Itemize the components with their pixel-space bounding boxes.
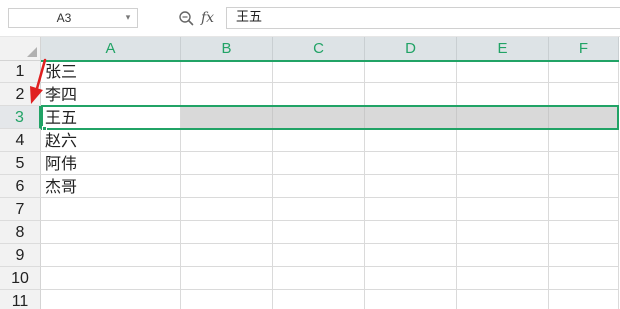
cell-d8[interactable]	[365, 221, 457, 244]
cell-f11[interactable]	[549, 290, 619, 309]
cell-e2[interactable]	[457, 83, 549, 106]
cell-f7[interactable]	[549, 198, 619, 221]
cell-e11[interactable]	[457, 290, 549, 309]
column-header-selection-line	[41, 60, 619, 62]
cell-e6[interactable]	[457, 175, 549, 198]
select-all-corner[interactable]	[0, 37, 41, 61]
cell-c9[interactable]	[273, 244, 365, 267]
cell-f8[interactable]	[549, 221, 619, 244]
column-header-a[interactable]: A	[41, 37, 181, 61]
spreadsheet-grid: A B C D E F 1 张三 2 李四 3 王五 4 赵六 5 阿伟 6 杰哥 7 8 9 10 11	[0, 37, 620, 309]
row-header-11[interactable]: 11	[0, 290, 41, 309]
cell-b6[interactable]	[181, 175, 273, 198]
fill-handle[interactable]	[42, 126, 47, 131]
column-header-c[interactable]: C	[273, 37, 365, 61]
cell-c2[interactable]	[273, 83, 365, 106]
cell-e5[interactable]	[457, 152, 549, 175]
column-header-e[interactable]: E	[457, 37, 549, 61]
formula-input[interactable]: 王五	[226, 7, 620, 29]
row-header-3[interactable]: 3	[0, 106, 41, 129]
cell-d11[interactable]	[365, 290, 457, 309]
cell-a1[interactable]: 张三	[41, 61, 181, 83]
cell-d1[interactable]	[365, 61, 457, 83]
cell-a11[interactable]	[41, 290, 181, 309]
cell-c5[interactable]	[273, 152, 365, 175]
column-header-d[interactable]: D	[365, 37, 457, 61]
row-header-2[interactable]: 2	[0, 83, 41, 106]
cell-a2[interactable]: 李四	[41, 83, 181, 106]
cell-d10[interactable]	[365, 267, 457, 290]
cell-b3[interactable]	[181, 106, 273, 129]
cell-b2[interactable]	[181, 83, 273, 106]
cell-e8[interactable]	[457, 221, 549, 244]
cell-a3[interactable]: 王五	[41, 106, 181, 129]
zoom-search-icon[interactable]	[178, 10, 194, 26]
cell-b10[interactable]	[181, 267, 273, 290]
cell-c7[interactable]	[273, 198, 365, 221]
column-header-b[interactable]: B	[181, 37, 273, 61]
cell-f5[interactable]	[549, 152, 619, 175]
cell-b8[interactable]	[181, 221, 273, 244]
cell-c3[interactable]	[273, 106, 365, 129]
cell-b7[interactable]	[181, 198, 273, 221]
chevron-down-icon[interactable]: ▾	[122, 9, 134, 27]
cell-d5[interactable]	[365, 152, 457, 175]
row-header-4[interactable]: 4	[0, 129, 41, 152]
cell-c10[interactable]	[273, 267, 365, 290]
row-header-5[interactable]: 5	[0, 152, 41, 175]
cell-f10[interactable]	[549, 267, 619, 290]
cell-f6[interactable]	[549, 175, 619, 198]
cell-a5[interactable]: 阿伟	[41, 152, 181, 175]
cell-d9[interactable]	[365, 244, 457, 267]
cell-c4[interactable]	[273, 129, 365, 152]
cell-c11[interactable]	[273, 290, 365, 309]
cell-c8[interactable]	[273, 221, 365, 244]
cell-e10[interactable]	[457, 267, 549, 290]
cell-f3[interactable]	[549, 106, 619, 129]
cell-c6[interactable]	[273, 175, 365, 198]
cell-a7[interactable]	[41, 198, 181, 221]
row-header-8[interactable]: 8	[0, 221, 41, 244]
cell-c1[interactable]	[273, 61, 365, 83]
cell-a10[interactable]	[41, 267, 181, 290]
cell-b4[interactable]	[181, 129, 273, 152]
cell-d2[interactable]	[365, 83, 457, 106]
cell-f4[interactable]	[549, 129, 619, 152]
cell-d4[interactable]	[365, 129, 457, 152]
cell-a4[interactable]: 赵六	[41, 129, 181, 152]
cell-a6[interactable]: 杰哥	[41, 175, 181, 198]
name-box-value[interactable]: A3	[9, 9, 119, 27]
function-icon[interactable]: fx	[201, 8, 214, 28]
formula-bar: A3 ▾ fx 王五	[0, 0, 620, 37]
cell-d7[interactable]	[365, 198, 457, 221]
column-header-f[interactable]: F	[549, 37, 619, 61]
cell-b11[interactable]	[181, 290, 273, 309]
cell-b5[interactable]	[181, 152, 273, 175]
name-box[interactable]: A3 ▾	[8, 8, 138, 28]
cell-e1[interactable]	[457, 61, 549, 83]
row-header-1[interactable]: 1	[0, 61, 41, 83]
cell-b9[interactable]	[181, 244, 273, 267]
cell-e9[interactable]	[457, 244, 549, 267]
cell-f1[interactable]	[549, 61, 619, 83]
cell-f9[interactable]	[549, 244, 619, 267]
cell-f2[interactable]	[549, 83, 619, 106]
cell-e4[interactable]	[457, 129, 549, 152]
row-header-10[interactable]: 10	[0, 267, 41, 290]
cell-a9[interactable]	[41, 244, 181, 267]
cell-e7[interactable]	[457, 198, 549, 221]
row-header-6[interactable]: 6	[0, 175, 41, 198]
select-all-triangle-icon	[27, 47, 37, 57]
cell-e3[interactable]	[457, 106, 549, 129]
cell-d6[interactable]	[365, 175, 457, 198]
formula-input-value: 王五	[236, 10, 263, 25]
cell-b1[interactable]	[181, 61, 273, 83]
row-header-9[interactable]: 9	[0, 244, 41, 267]
row-header-7[interactable]: 7	[0, 198, 41, 221]
cell-d3[interactable]	[365, 106, 457, 129]
cell-a8[interactable]	[41, 221, 181, 244]
